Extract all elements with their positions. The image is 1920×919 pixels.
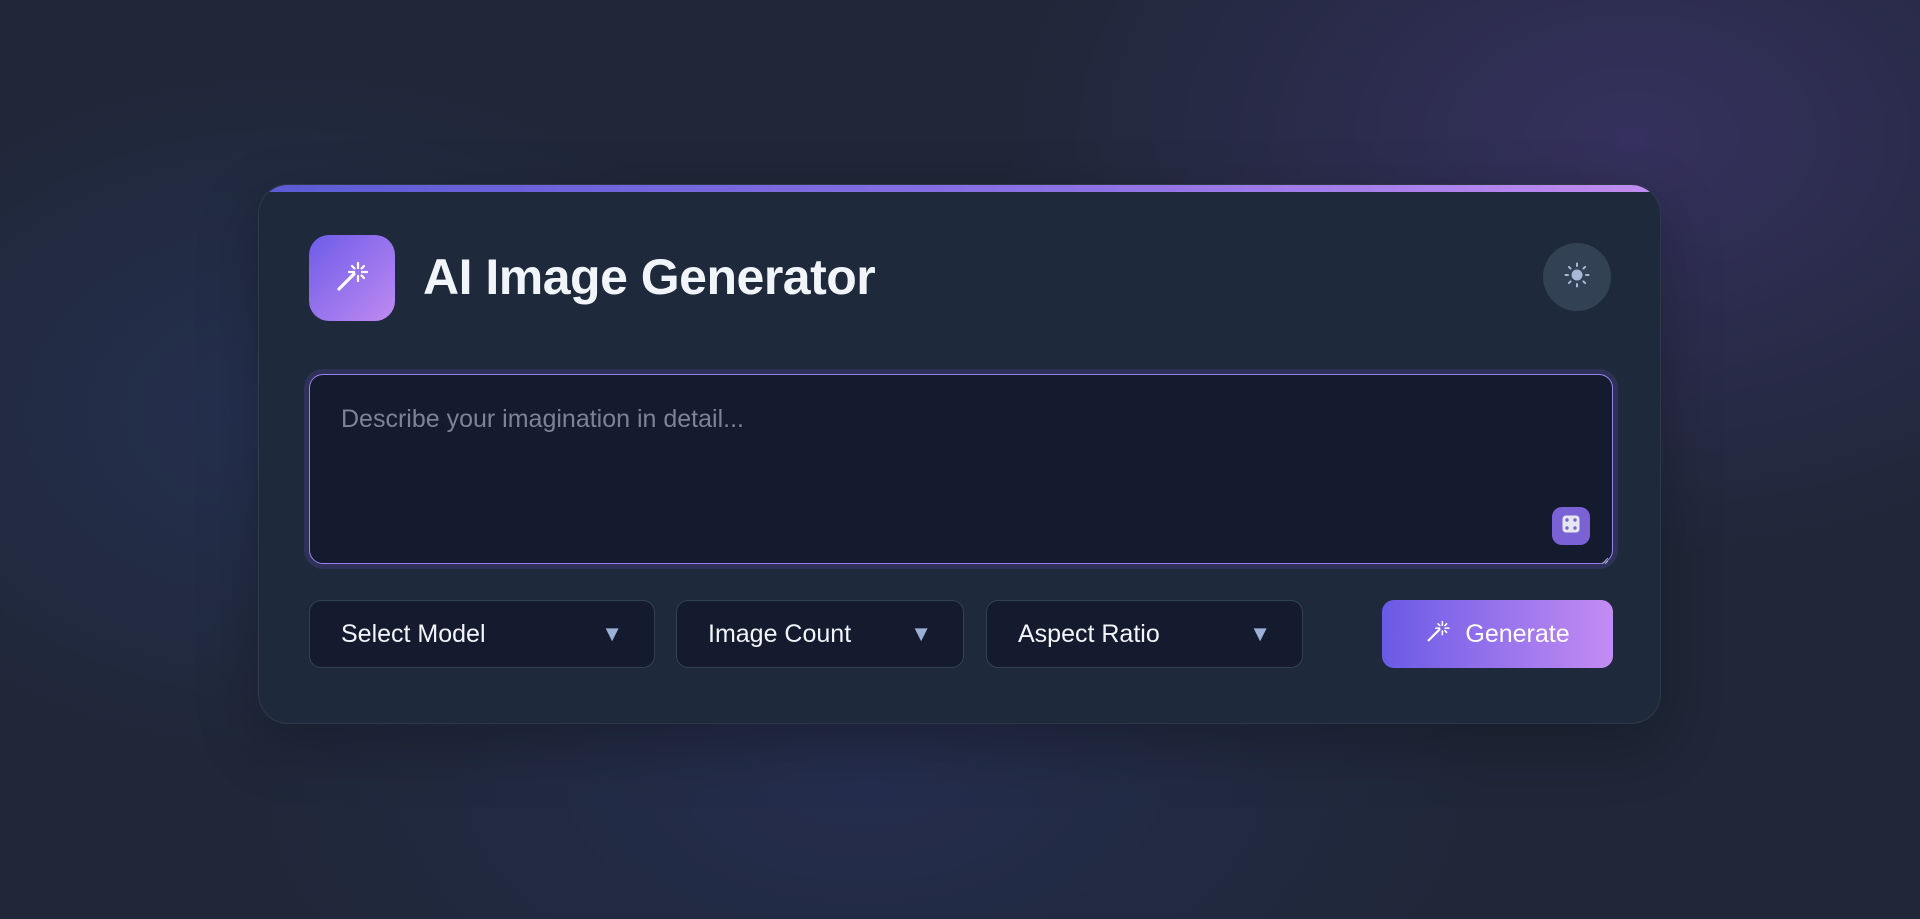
dice-icon bbox=[1561, 514, 1581, 539]
page-title: AI Image Generator bbox=[423, 249, 876, 305]
magic-wand-icon bbox=[334, 258, 370, 299]
model-select[interactable]: Select Model ▼ bbox=[309, 600, 655, 668]
aspect-ratio-select[interactable]: Aspect Ratio ▼ bbox=[986, 600, 1303, 668]
chevron-down-icon: ▼ bbox=[1249, 621, 1271, 646]
generator-card: AI Image Generator Describe your imagina… bbox=[258, 184, 1661, 724]
image-count-select-label: Image Count bbox=[708, 619, 852, 648]
generate-button[interactable]: Generate bbox=[1382, 600, 1613, 668]
aspect-ratio-select-label: Aspect Ratio bbox=[1018, 619, 1160, 648]
chevron-down-icon: ▼ bbox=[601, 621, 623, 646]
card-accent-bar bbox=[259, 185, 1660, 192]
model-select-label: Select Model bbox=[341, 619, 486, 648]
random-prompt-button[interactable] bbox=[1552, 507, 1590, 545]
prompt-container bbox=[309, 374, 1613, 565]
app-logo bbox=[309, 235, 395, 321]
resize-handle[interactable] bbox=[1601, 552, 1609, 565]
chevron-down-icon: ▼ bbox=[910, 621, 932, 646]
magic-wand-icon bbox=[1425, 618, 1451, 651]
image-count-select[interactable]: Image Count ▼ bbox=[676, 600, 964, 668]
theme-toggle-button[interactable] bbox=[1543, 243, 1611, 311]
prompt-input[interactable] bbox=[310, 375, 1612, 563]
sun-icon bbox=[1564, 262, 1590, 293]
generate-button-label: Generate bbox=[1465, 619, 1570, 648]
